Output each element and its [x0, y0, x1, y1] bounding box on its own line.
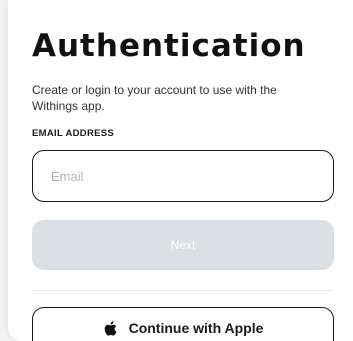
divider — [32, 290, 334, 291]
email-label: EMAIL ADDRESS — [32, 128, 115, 139]
page-title: Authentication — [32, 28, 306, 64]
email-field[interactable] — [33, 151, 333, 201]
apple-icon — [103, 320, 117, 337]
next-button[interactable]: Next — [32, 220, 334, 270]
auth-description: Create or login to your account to use w… — [32, 83, 277, 113]
email-field-container — [32, 150, 334, 202]
apple-button-label: Continue with Apple — [128, 320, 264, 336]
continue-with-apple-button[interactable]: Continue with Apple — [32, 307, 334, 341]
auth-card: Authentication Create or login to your a… — [8, 0, 353, 341]
